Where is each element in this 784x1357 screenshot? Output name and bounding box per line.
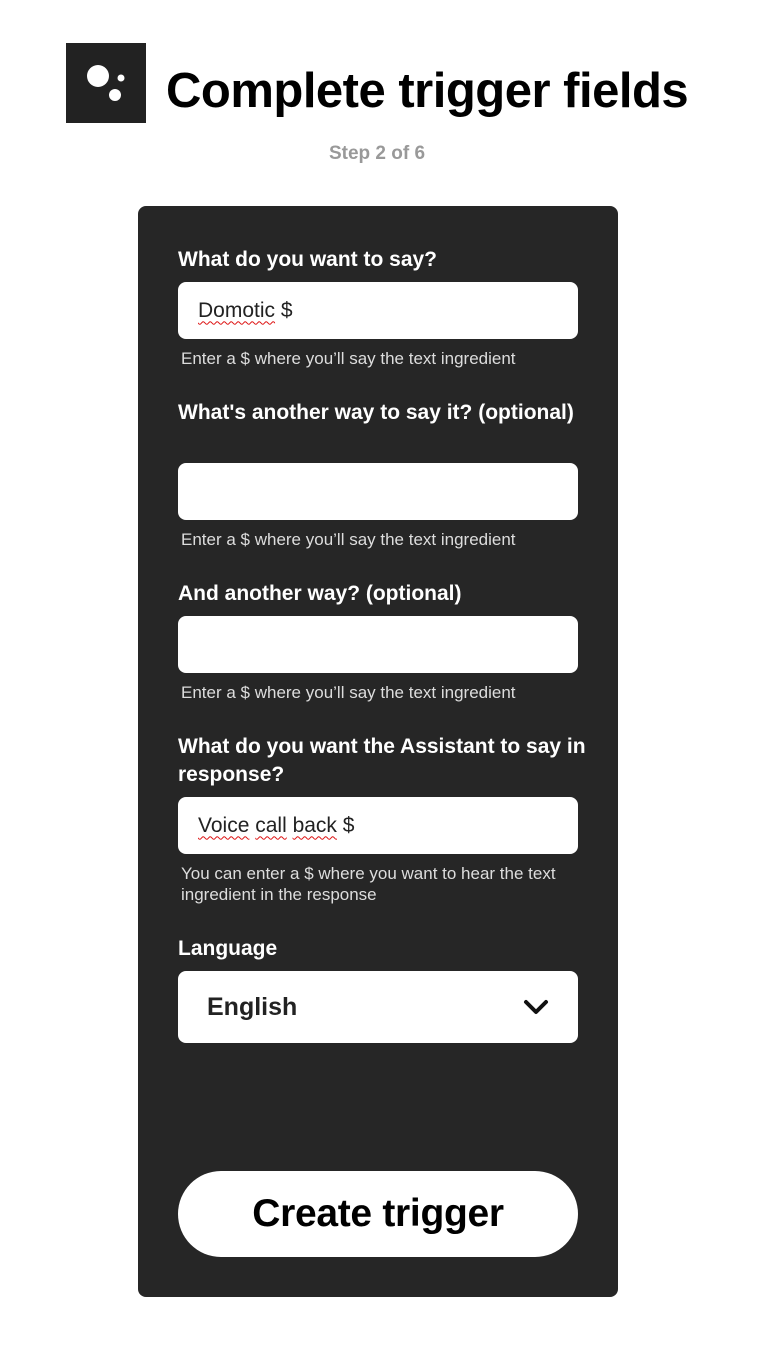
chevron-down-icon <box>524 1000 548 1014</box>
create-trigger-button[interactable]: Create trigger <box>178 1171 578 1257</box>
language-select[interactable]: English <box>178 971 578 1043</box>
page: Complete trigger fields Step 2 of 6 What… <box>0 0 784 1357</box>
another-way-input[interactable] <box>178 463 578 520</box>
and-another-way-input[interactable] <box>178 616 578 673</box>
say-field-label: What do you want to say? <box>178 248 438 271</box>
response-input[interactable]: Voice call back $ <box>178 797 578 854</box>
say-field-help: Enter a $ where you’ll say the text ingr… <box>181 349 516 368</box>
say-input[interactable]: Domotic $ <box>178 282 578 339</box>
step-indicator: Step 2 of 6 <box>328 143 426 164</box>
language-selected-value: English <box>207 992 298 1021</box>
page-title: Complete trigger fields <box>166 64 689 118</box>
and-another-way-field-label: And another way? (optional) <box>178 582 462 605</box>
response-input-word-3: back <box>292 813 337 837</box>
language-label: Language <box>178 937 278 960</box>
say-input-rest: $ <box>275 298 293 322</box>
response-input-word-2: call <box>255 813 287 837</box>
response-input-rest: $ <box>336 813 355 837</box>
another-way-field-label: What's another way to say it? (optional) <box>178 401 574 424</box>
say-input-word: Domotic <box>198 298 276 322</box>
response-field-label: What do you want the Assistant to say in… <box>178 735 586 786</box>
google-assistant-icon <box>66 43 146 123</box>
response-input-word-1: Voice <box>198 813 250 837</box>
and-another-way-field-help: Enter a $ where you’ll say the text ingr… <box>181 683 516 702</box>
trigger-form: What do you want to say? Domotic $ Enter… <box>138 206 618 1297</box>
another-way-field-help: Enter a $ where you’ll say the text ingr… <box>181 530 516 549</box>
response-field-help: You can enter a $ where you want to hear… <box>181 864 556 904</box>
